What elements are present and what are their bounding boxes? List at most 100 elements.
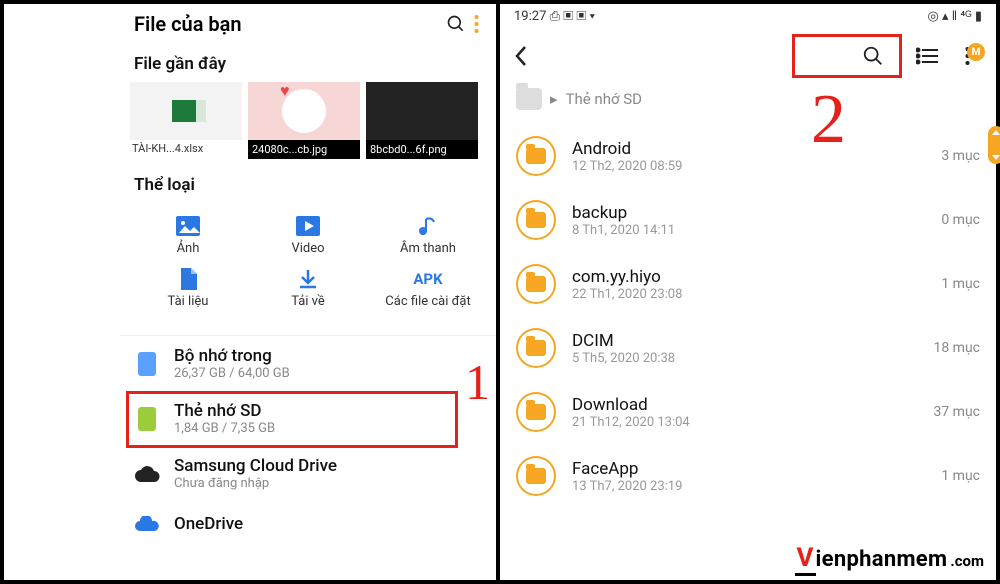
category-grid: Ảnh Video Âm thanh Tài liệu Tả (120, 203, 496, 335)
folder-date: 13 Th7, 2020 23:19 (572, 479, 925, 494)
file-name: 24080c...cb.jpg (248, 140, 360, 159)
notification-badge: M (967, 43, 985, 61)
file-name: 8bcbd0...6f.png (366, 140, 478, 159)
view-options-button[interactable] (912, 47, 942, 65)
category-label: Ảnh (133, 241, 243, 256)
annotation-number-1: 1 (465, 353, 490, 411)
search-icon (862, 45, 884, 67)
folder-list[interactable]: Android 12 Th2, 2020 08:59 3 mục backup … (500, 124, 996, 496)
storage-title: Samsung Cloud Drive (174, 456, 482, 476)
folder-name: com.yy.hiyo (572, 267, 925, 287)
folder-date: 21 Th12, 2020 13:04 (572, 415, 917, 430)
more-button[interactable]: M (952, 46, 982, 66)
category-label: Các file cài đặt (373, 294, 483, 309)
folder-icon (516, 88, 542, 110)
status-right-icons: ◎ ▴ ‖ ⁴ᴳ ▮ (927, 8, 982, 24)
folder-row[interactable]: com.yy.hiyo 22 Th1, 2020 23:08 1 mục (516, 252, 980, 316)
category-label: Tài liệu (133, 294, 243, 309)
folder-date: 8 Th1, 2020 14:11 (572, 223, 925, 238)
your-files-screen: File của bạn File gần đây TÀI-KH...4.xls… (120, 4, 500, 580)
folder-row[interactable]: backup 8 Th1, 2020 14:11 0 mục (516, 188, 980, 252)
recent-file[interactable]: TÀI-KH...4.xlsx (130, 82, 242, 159)
folder-icon (516, 200, 556, 240)
folder-icon (516, 328, 556, 368)
status-left-icons: ⎙ ▣ ▣ ▾ (550, 9, 595, 24)
header: File của bạn (120, 4, 496, 48)
folder-item-count: 1 mục (941, 468, 980, 484)
watermark: Vienphanmem.com (795, 543, 984, 576)
folder-item-count: 18 mục (933, 340, 980, 356)
storage-onedrive[interactable]: OneDrive (120, 501, 496, 537)
storage-title: OneDrive (174, 514, 482, 534)
category-video[interactable]: Video (253, 211, 363, 256)
cloud-icon (134, 461, 160, 487)
status-bar: 19:27 ⎙ ▣ ▣ ▾ ◎ ▴ ‖ ⁴ᴳ ▮ (500, 4, 996, 26)
folder-row[interactable]: FaceApp 13 Th7, 2020 23:19 1 mục (516, 444, 980, 496)
folder-item-count: 1 mục (941, 276, 980, 292)
breadcrumb-label: Thẻ nhớ SD (566, 90, 642, 108)
highlight-box (792, 34, 902, 78)
folder-name: FaceApp (572, 459, 925, 479)
recent-file[interactable]: 24080c...cb.jpg (248, 82, 360, 159)
category-label: Âm thanh (373, 241, 483, 256)
storage-list: Bộ nhớ trong 26,37 GB / 64,00 GB 1 Thẻ n… (120, 335, 496, 537)
storage-status: Chưa đăng nhập (174, 476, 482, 491)
page-title: File của bạn (134, 12, 442, 36)
sticker-icon (282, 89, 326, 133)
recent-files-heading: File gần đây (120, 48, 496, 82)
search-button[interactable] (792, 34, 902, 78)
sd-card-icon (134, 406, 160, 432)
storage-usage: 26,37 GB / 64,00 GB (174, 366, 482, 381)
category-apk[interactable]: APK Các file cài đặt (373, 264, 483, 309)
apk-icon: APK (373, 264, 483, 294)
excel-icon (172, 100, 200, 122)
breadcrumb[interactable]: ▸ Thẻ nhớ SD (500, 88, 996, 124)
folder-name: backup (572, 203, 925, 223)
category-images[interactable]: Ảnh (133, 211, 243, 256)
category-audio[interactable]: Âm thanh (373, 211, 483, 256)
back-button[interactable] (514, 44, 528, 68)
storage-samsung-cloud[interactable]: Samsung Cloud Drive Chưa đăng nhập (120, 446, 496, 501)
onedrive-icon (134, 511, 160, 537)
audio-icon (373, 211, 483, 241)
storage-sd-card[interactable]: 1 Thẻ nhớ SD 1,84 GB / 7,35 GB (120, 391, 496, 446)
storage-internal[interactable]: Bộ nhớ trong 26,37 GB / 64,00 GB (120, 336, 496, 391)
folder-date: 12 Th2, 2020 08:59 (572, 159, 925, 174)
storage-title: Thẻ nhớ SD (174, 401, 482, 421)
storage-usage: 1,84 GB / 7,35 GB (174, 421, 482, 436)
sd-card-contents-screen: 19:27 ⎙ ▣ ▣ ▾ ◎ ▴ ‖ ⁴ᴳ ▮ M ▸ Thẻ nhớ (500, 4, 996, 580)
recent-file[interactable]: 8bcbd0...6f.png (366, 82, 478, 159)
folder-row[interactable]: Download 21 Th12, 2020 13:04 37 mục (516, 380, 980, 444)
more-icon[interactable] (470, 10, 482, 38)
folder-icon (516, 264, 556, 304)
folder-date: 22 Th1, 2020 23:08 (572, 287, 925, 302)
document-icon (133, 264, 243, 294)
categories-heading: Thể loại (120, 169, 496, 203)
folder-icon (516, 392, 556, 432)
folder-name: Android (572, 139, 925, 159)
category-label: Video (253, 241, 363, 256)
folder-date: 5 Th5, 2020 20:38 (572, 351, 917, 366)
chevron-right-icon: ▸ (550, 90, 558, 108)
folder-name: DCIM (572, 331, 917, 351)
search-icon[interactable] (442, 10, 470, 38)
scroll-thumb[interactable] (988, 126, 1000, 164)
folder-item-count: 37 mục (933, 404, 980, 420)
folder-name: Download (572, 395, 917, 415)
folder-row[interactable]: Android 12 Th2, 2020 08:59 3 mục (516, 124, 980, 188)
category-label: Tải về (253, 294, 363, 309)
folder-item-count: 0 mục (941, 212, 980, 228)
download-icon (253, 264, 363, 294)
image-icon (133, 211, 243, 241)
folder-icon (516, 136, 556, 176)
category-document[interactable]: Tài liệu (133, 264, 243, 309)
recent-files-row: TÀI-KH...4.xlsx 24080c...cb.jpg 8bcbd0..… (120, 82, 496, 169)
folder-item-count: 3 mục (941, 148, 980, 164)
header: M (500, 26, 996, 88)
status-time: 19:27 (514, 9, 546, 24)
category-download[interactable]: Tải về (253, 264, 363, 309)
folder-row[interactable]: DCIM 5 Th5, 2020 20:38 18 mục (516, 316, 980, 380)
folder-icon (516, 456, 556, 496)
internal-storage-icon (134, 351, 160, 377)
storage-title: Bộ nhớ trong (174, 346, 482, 366)
